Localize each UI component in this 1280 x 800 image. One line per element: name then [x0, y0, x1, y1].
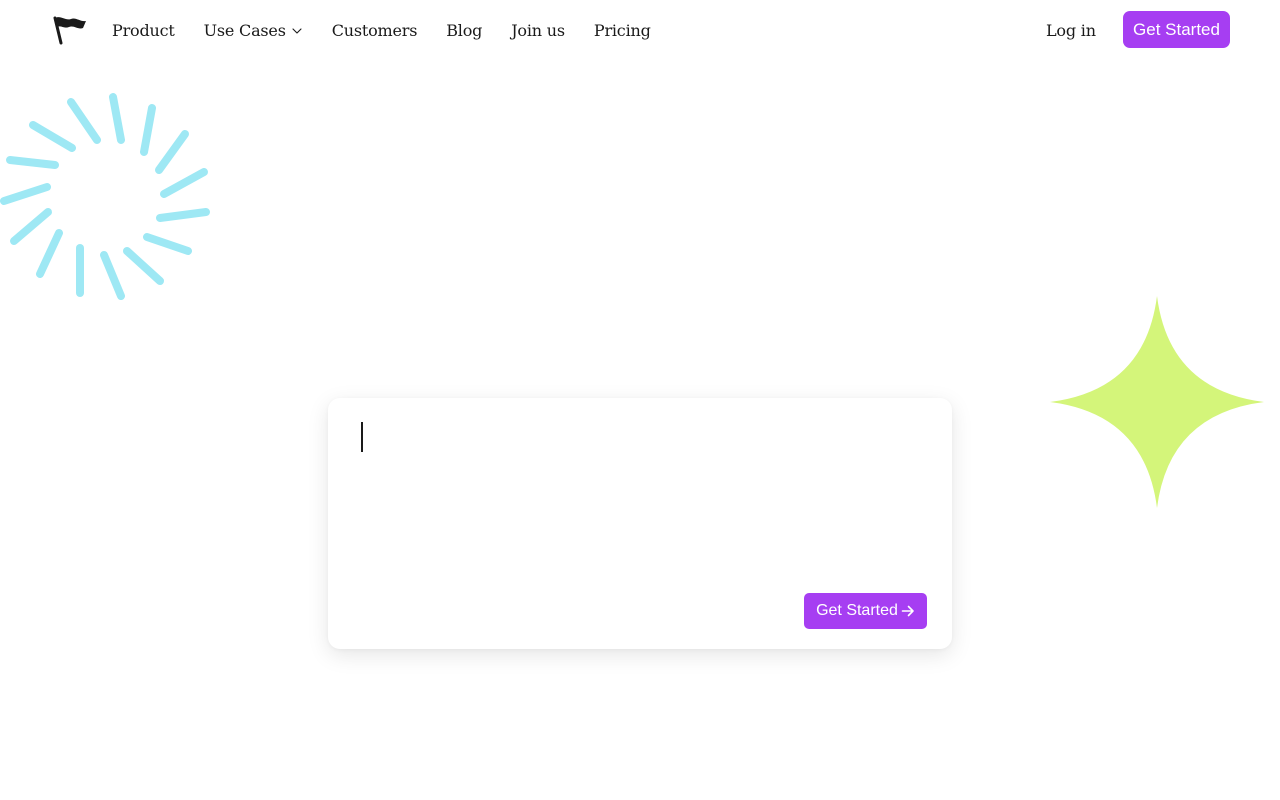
- prompt-card: Get Started: [328, 398, 952, 649]
- nav-use-cases-label: Use Cases: [203, 20, 286, 40]
- prompt-get-started-button[interactable]: Get Started: [804, 593, 927, 629]
- prompt-input[interactable]: [356, 420, 924, 580]
- nav-join-us[interactable]: Join us: [511, 21, 565, 40]
- nav-join-us-label: Join us: [511, 20, 565, 40]
- get-started-button[interactable]: Get Started: [1123, 11, 1230, 48]
- nav-use-cases[interactable]: Use Cases: [204, 21, 303, 40]
- arrow-right-icon: [901, 605, 914, 617]
- sparkle-icon: [1050, 296, 1264, 508]
- nav-product[interactable]: Product: [112, 21, 175, 40]
- text-caret: [361, 422, 363, 452]
- flag-icon[interactable]: [52, 14, 88, 46]
- prompt-get-started-label: Get Started: [816, 602, 898, 619]
- site-header: Product Use Cases Customers Blog Join us…: [0, 0, 1280, 60]
- nav-product-label: Product: [112, 20, 175, 40]
- sunburst-icon: [0, 93, 210, 300]
- main-nav: Product Use Cases Customers Blog Join us…: [112, 0, 680, 60]
- nav-customers[interactable]: Customers: [332, 21, 418, 40]
- nav-blog-label: Blog: [446, 20, 483, 40]
- chevron-down-icon: [292, 28, 302, 34]
- login-link[interactable]: Log in: [1046, 0, 1096, 60]
- nav-pricing[interactable]: Pricing: [594, 21, 651, 40]
- nav-customers-label: Customers: [331, 20, 418, 40]
- nav-pricing-label: Pricing: [593, 20, 651, 40]
- nav-blog[interactable]: Blog: [446, 21, 482, 40]
